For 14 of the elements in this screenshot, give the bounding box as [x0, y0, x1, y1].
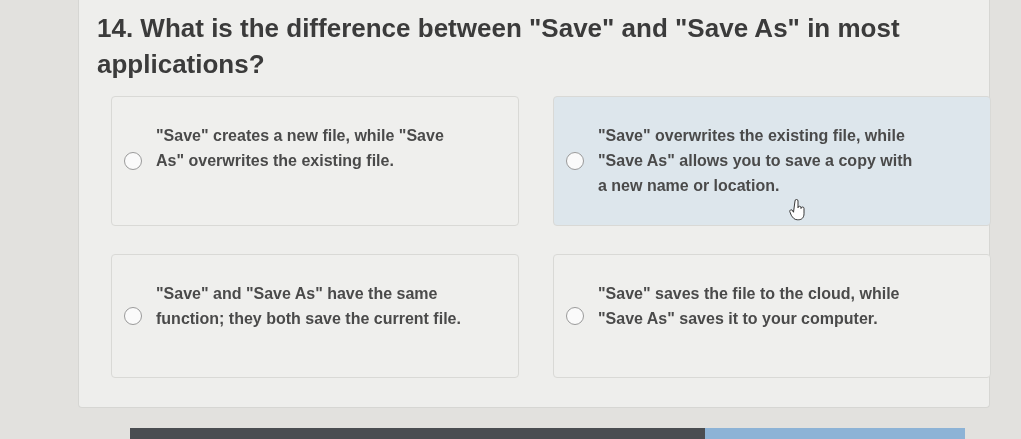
- answer-option[interactable]: "Save" creates a new file, while "Save As" overwrites the existing file.: [111, 96, 519, 226]
- answer-text: "Save" and "Save As" have the same function; they both save the current file.: [156, 284, 462, 329]
- answer-option[interactable]: "Save" saves the file to the cloud, while "Save As" saves it to your computer.: [553, 254, 991, 378]
- radio-button[interactable]: [124, 307, 142, 325]
- answer-text: "Save" creates a new file, while "Save As" overwrites the existing file.: [156, 126, 445, 171]
- radio-button[interactable]: [566, 307, 584, 325]
- answer-option[interactable]: "Save" overwrites the existing file, while "Save As" allows you to save a copy with a new name or location.: [553, 96, 991, 226]
- radio-button[interactable]: [124, 152, 142, 170]
- answer-text: "Save" overwrites the existing file, while "Save As" allows you to save a copy with a new name or location.: [598, 126, 913, 196]
- radio-button[interactable]: [566, 152, 584, 170]
- question-title: 14. What is the difference between "Save" and "Save As" in most applications?: [97, 12, 901, 81]
- hand-cursor-icon: [789, 199, 807, 221]
- answer-text: "Save" saves the file to the cloud, while "Save As" saves it to your computer.: [598, 284, 901, 329]
- answer-option[interactable]: "Save" and "Save As" have the same function; they both save the current file.: [111, 254, 519, 378]
